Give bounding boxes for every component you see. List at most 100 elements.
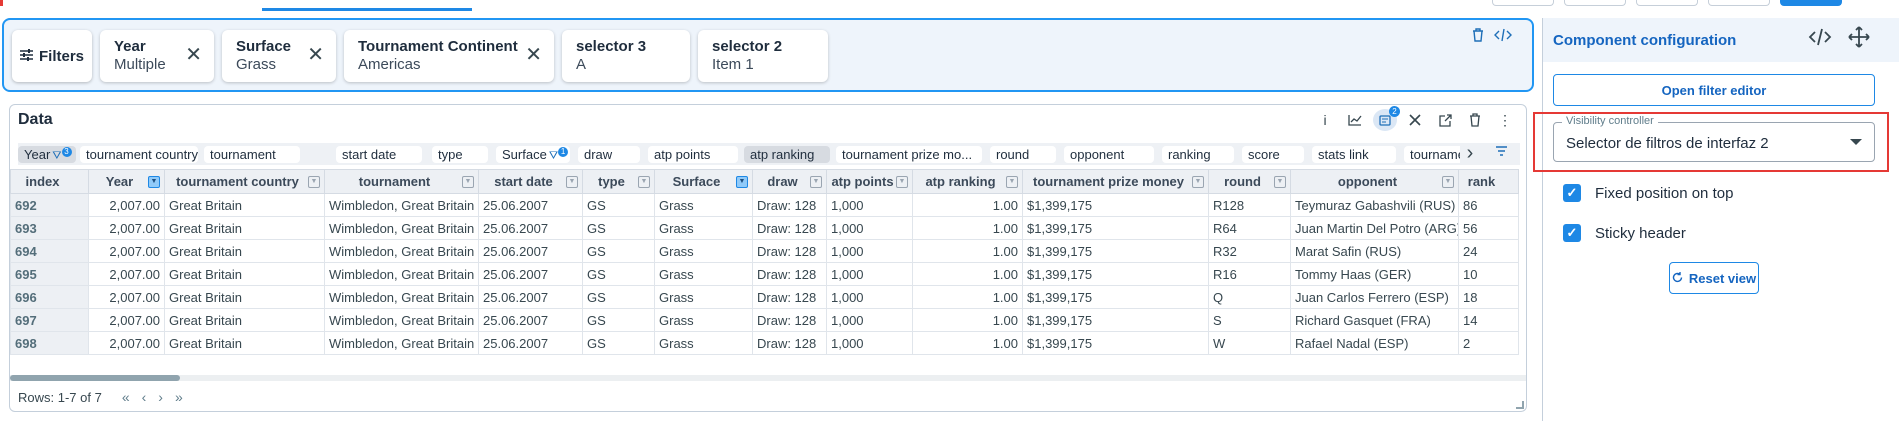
column-header-tournament[interactable]: tournament ▼ — [324, 169, 479, 194]
column-menu-icon[interactable]: ▼ — [1442, 176, 1454, 188]
info-icon[interactable]: i — [1310, 109, 1340, 131]
column-menu-icon[interactable]: ▼ — [308, 176, 320, 188]
visibility-controller-select[interactable]: Visibility controller Selector de filtro… — [1553, 115, 1875, 162]
column-menu-icon[interactable]: ▼ — [462, 176, 474, 188]
close-icon[interactable]: ✕ — [185, 45, 202, 65]
table-row[interactable]: 698 2,007.00 Great Britain Wimbledon, Great… — [10, 331, 1519, 355]
scrollbar-thumb[interactable] — [10, 375, 180, 381]
caret-down-icon[interactable] — [1850, 139, 1862, 145]
column-header-type[interactable]: type ▼ — [582, 169, 655, 194]
first-page-icon[interactable]: « — [122, 389, 130, 405]
column-pill-ranking[interactable]: ranking — [1162, 146, 1234, 163]
column-header-atp-ranking[interactable]: atp ranking ▼ — [912, 169, 1023, 194]
table-row[interactable]: 693 2,007.00 Great Britain Wimbledon, Great… — [10, 216, 1519, 240]
checkbox-checked-icon[interactable]: ✓ — [1563, 184, 1581, 202]
table-cell: $1,399,175 — [1022, 239, 1209, 263]
external-link-icon[interactable] — [1430, 109, 1460, 131]
top-toolbar-button-1[interactable] — [1492, 0, 1554, 6]
column-pill-score[interactable]: score — [1242, 146, 1304, 163]
column-pill-atp-ranking[interactable]: atp ranking — [744, 146, 830, 163]
filter-chip-tournament-continent[interactable]: Tournament Continent Americas ✕ — [344, 30, 554, 82]
column-pill-tournament-country[interactable]: tournament country — [80, 146, 198, 163]
chart-icon[interactable] — [1340, 109, 1370, 131]
move-icon[interactable] — [1848, 26, 1870, 54]
column-menu-icon[interactable]: ▼ — [1192, 176, 1204, 188]
chevron-right-icon[interactable]: › — [1460, 143, 1480, 165]
horizontal-scrollbar[interactable] — [10, 375, 1526, 381]
filters-button[interactable]: Filters — [12, 30, 92, 82]
table-row[interactable]: 695 2,007.00 Great Britain Wimbledon, Great… — [10, 262, 1519, 286]
filter-chip-surface[interactable]: Surface Grass ✕ — [222, 30, 336, 82]
open-filter-editor-button[interactable]: Open filter editor — [1553, 74, 1875, 106]
column-menu-icon[interactable]: ▼ — [638, 176, 650, 188]
close-icon[interactable]: ✕ — [307, 45, 324, 65]
column-header-surface[interactable]: Surface ▼ — [654, 169, 753, 194]
top-toolbar-primary-button[interactable] — [1780, 0, 1842, 6]
fixed-position-option[interactable]: ✓ Fixed position on top — [1563, 184, 1733, 202]
filter-chip-year[interactable]: Year Multiple ✕ — [100, 30, 214, 82]
column-menu-icon[interactable]: ▼ — [736, 176, 748, 188]
code-icon[interactable] — [1808, 28, 1832, 52]
tools-icon[interactable] — [1400, 109, 1430, 131]
top-toolbar-button-2[interactable] — [1564, 0, 1626, 6]
close-icon[interactable]: ✕ — [525, 45, 542, 65]
column-menu-icon[interactable]: ▼ — [1274, 176, 1286, 188]
column-pill-year[interactable]: Year ⛛ 3 — [18, 146, 76, 163]
checkbox-checked-icon[interactable]: ✓ — [1563, 224, 1581, 242]
sticky-header-option[interactable]: ✓ Sticky header — [1563, 224, 1686, 242]
more-vertical-icon[interactable]: ⋮ — [1490, 109, 1520, 131]
column-pill-start-date[interactable]: start date — [336, 146, 422, 163]
filter-chip-selector-3[interactable]: selector 3 A — [562, 30, 690, 82]
header-label: tournament prize money — [1033, 174, 1184, 189]
column-pill-type[interactable]: type — [432, 146, 488, 163]
table-row[interactable]: 697 2,007.00 Great Britain Wimbledon, Great… — [10, 308, 1519, 332]
column-menu-icon[interactable]: ▼ — [896, 176, 908, 188]
column-menu-icon[interactable]: ▼ — [566, 176, 578, 188]
table-cell: Wimbledon, Great Britain — [324, 285, 479, 309]
column-menu-icon[interactable]: ▼ — [1006, 176, 1018, 188]
pill-label: tourname — [1410, 147, 1465, 162]
top-toolbar-button-4[interactable] — [1708, 0, 1770, 6]
column-header-tournament-country[interactable]: tournament country ▼ — [164, 169, 325, 194]
table-row[interactable]: 692 2,007.00 Great Britain Wimbledon, Great… — [10, 193, 1519, 217]
column-header-draw[interactable]: draw ▼ — [752, 169, 827, 194]
reset-view-button[interactable]: Reset view — [1669, 262, 1759, 294]
column-header-tournament-prize-money[interactable]: tournament prize money ▼ — [1022, 169, 1209, 194]
top-toolbar-button-3[interactable] — [1636, 0, 1698, 6]
next-page-icon[interactable]: › — [158, 389, 163, 405]
column-pill-tournament-prize-money[interactable]: tournament prize mo... — [836, 146, 982, 163]
sliders-icon — [19, 48, 33, 65]
column-header-index[interactable]: index — [10, 169, 89, 194]
resize-handle-icon[interactable] — [1516, 401, 1524, 409]
column-header-atp-points[interactable]: atp points ▼ — [826, 169, 913, 194]
prev-page-icon[interactable]: ‹ — [142, 389, 147, 405]
column-pill-opponent[interactable]: opponent — [1064, 146, 1154, 163]
trash-icon[interactable] — [1460, 109, 1490, 131]
column-menu-icon[interactable]: ▼ — [810, 176, 822, 188]
column-menu-icon[interactable]: ▼ — [148, 176, 160, 188]
table-row[interactable]: 694 2,007.00 Great Britain Wimbledon, Great… — [10, 239, 1519, 263]
column-header-start-date[interactable]: start date ▼ — [478, 169, 583, 194]
header-label: index — [25, 174, 60, 189]
column-pill-tournament[interactable]: tournament — [204, 146, 300, 163]
last-page-icon[interactable]: » — [175, 389, 183, 405]
table-cell: $1,399,175 — [1022, 285, 1209, 309]
filter-settings-icon[interactable] — [1496, 145, 1510, 161]
table-cell: 24 — [1458, 239, 1519, 263]
column-pill-atp-points[interactable]: atp points — [648, 146, 738, 163]
filter-list-icon[interactable]: 2 — [1373, 106, 1400, 131]
column-pill-surface[interactable]: Surface ⛛ 1 — [496, 146, 570, 163]
column-header-year[interactable]: Year ▼ — [88, 169, 165, 194]
column-header-rank[interactable]: rank — [1458, 169, 1519, 194]
table-cell: Grass — [654, 239, 753, 263]
table-row[interactable]: 696 2,007.00 Great Britain Wimbledon, Great… — [10, 285, 1519, 309]
column-header-opponent[interactable]: opponent ▼ — [1290, 169, 1459, 194]
column-pill-draw[interactable]: draw — [578, 146, 640, 163]
filter-chip-selector-2[interactable]: selector 2 Item 1 — [698, 30, 828, 82]
column-header-round[interactable]: round ▼ — [1208, 169, 1291, 194]
column-pill-stats-link[interactable]: stats link — [1312, 146, 1396, 163]
code-icon[interactable] — [1494, 28, 1512, 45]
trash-icon[interactable] — [1472, 28, 1484, 45]
column-pill-round[interactable]: round — [990, 146, 1056, 163]
table-cell: W — [1208, 331, 1291, 355]
